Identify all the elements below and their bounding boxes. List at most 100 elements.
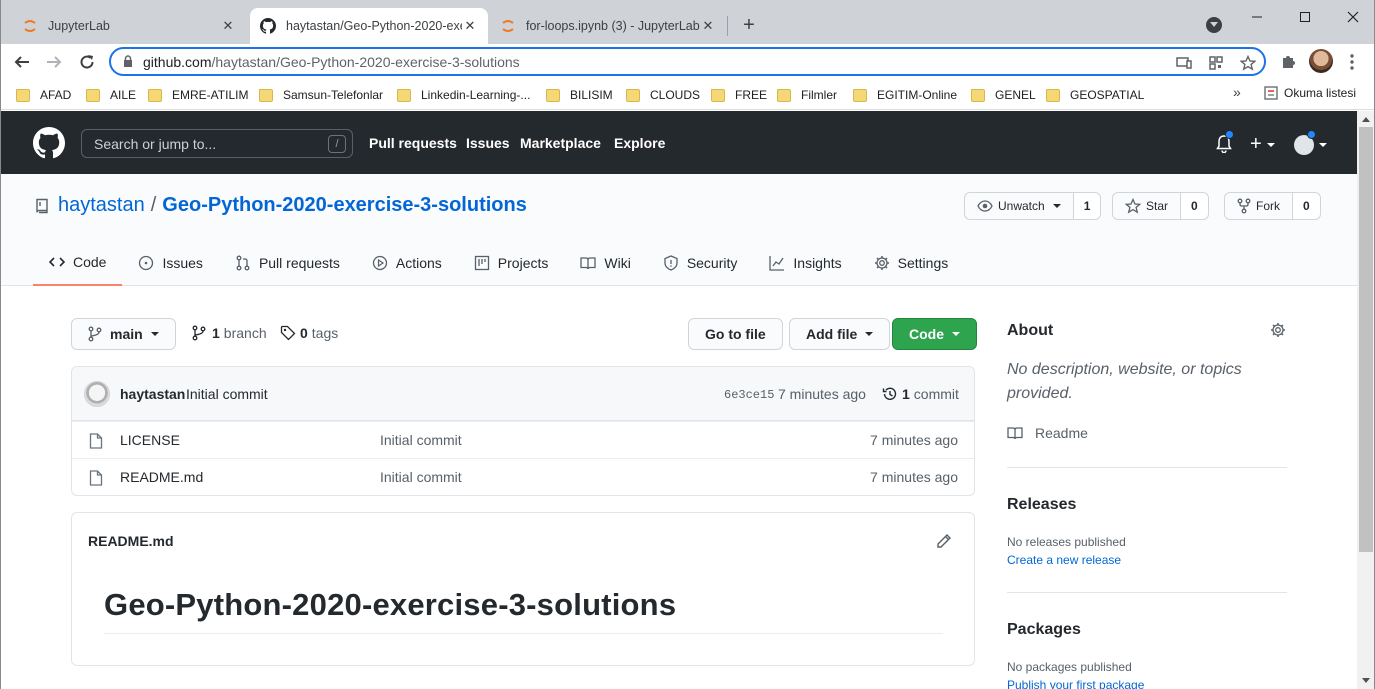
extensions-puzzle-icon[interactable] <box>1277 51 1299 73</box>
bookmark-folder[interactable]: GEOSPATIAL <box>1046 86 1144 104</box>
browser-tab-for-loops[interactable]: for-loops.ipynb (3) - JupyterLab ✕ <box>490 8 726 44</box>
close-tab-icon[interactable]: ✕ <box>220 18 236 34</box>
nav-pull-requests[interactable]: Pull requests <box>369 135 457 151</box>
tags-link[interactable]: 0 tags <box>280 325 338 341</box>
browser-tab-github[interactable]: haytastan/Geo-Python-2020-exe ✕ <box>250 8 488 44</box>
folder-icon <box>259 88 273 102</box>
tab-insights[interactable]: Insights <box>753 240 857 286</box>
notification-indicator <box>1225 130 1234 139</box>
file-name-link[interactable]: README.md <box>120 469 203 485</box>
address-bar[interactable]: github.com/haytastan/Geo-Python-2020-exe… <box>109 47 1266 76</box>
folder-icon <box>148 88 162 102</box>
bookmark-folder[interactable]: EMRE-ATILIM <box>148 86 248 104</box>
tab-security[interactable]: Security <box>647 240 754 286</box>
nav-issues[interactable]: Issues <box>466 135 510 151</box>
bookmark-folder[interactable]: EGITIM-Online <box>853 86 957 104</box>
commit-time[interactable]: 7 minutes ago <box>778 386 866 402</box>
repo-name-link[interactable]: Geo-Python-2020-exercise-3-solutions <box>162 194 527 217</box>
repo-owner-link[interactable]: haytastan <box>58 194 145 217</box>
bookmark-folder[interactable]: AFAD <box>16 86 71 104</box>
bookmark-folder[interactable]: Samsun-Telefonlar <box>259 86 383 104</box>
gear-icon[interactable] <box>1270 322 1286 338</box>
scrollbar-thumb[interactable] <box>1359 127 1373 552</box>
create-new-button[interactable]: + <box>1250 133 1275 156</box>
code-download-button[interactable]: Code <box>892 318 977 350</box>
tab-actions[interactable]: Actions <box>356 240 458 286</box>
file-commit-message[interactable]: Initial commit <box>380 432 462 448</box>
minimize-button[interactable] <box>1246 6 1268 28</box>
avatar[interactable] <box>84 381 110 407</box>
star-button[interactable]: Star <box>1113 193 1182 219</box>
file-icon <box>89 470 103 486</box>
commit-message[interactable]: Initial commit <box>186 386 268 402</box>
close-tab-icon[interactable]: ✕ <box>462 18 478 34</box>
stars-count[interactable]: 0 <box>1181 193 1208 219</box>
bookmark-folder[interactable]: GENEL <box>971 86 1036 104</box>
branches-link[interactable]: 1 branch <box>192 325 267 341</box>
readme-link[interactable]: Readme <box>1007 425 1088 441</box>
nav-explore[interactable]: Explore <box>614 135 665 151</box>
reload-button[interactable] <box>75 50 99 74</box>
scroll-up-arrow-icon[interactable] <box>1362 117 1370 122</box>
forward-button[interactable] <box>42 50 66 74</box>
shield-icon <box>664 255 678 271</box>
file-commit-message[interactable]: Initial commit <box>380 469 462 485</box>
branch-selector[interactable]: main <box>71 318 176 350</box>
profile-avatar[interactable] <box>1309 49 1333 73</box>
bookmark-folder[interactable]: AILE <box>86 86 136 104</box>
releases-title[interactable]: Releases <box>1007 496 1076 514</box>
graph-icon <box>769 256 785 271</box>
tab-wiki[interactable]: Wiki <box>564 240 646 286</box>
commit-author[interactable]: haytastan <box>120 386 185 402</box>
back-button[interactable] <box>10 50 34 74</box>
fork-button[interactable]: Fork <box>1225 193 1293 219</box>
qr-code-icon[interactable] <box>1207 54 1225 72</box>
commit-sha[interactable]: 6e3ce15 <box>724 388 774 402</box>
forks-count[interactable]: 0 <box>1293 193 1320 219</box>
scroll-down-arrow-icon[interactable] <box>1362 678 1370 683</box>
bookmark-folder[interactable]: Linkedin-Learning-... <box>397 86 530 104</box>
packages-title[interactable]: Packages <box>1007 621 1081 639</box>
star-button-group: Star 0 <box>1112 192 1209 220</box>
chevron-down-icon <box>1052 204 1061 208</box>
browser-tab-jupyterlab[interactable]: JupyterLab ✕ <box>2 8 246 44</box>
bookmark-folder[interactable]: BILISIM <box>546 86 613 104</box>
unwatch-button[interactable]: Unwatch <box>965 193 1074 219</box>
readme-filename[interactable]: README.md <box>88 533 174 549</box>
tab-issues[interactable]: Issues <box>122 240 218 286</box>
bookmark-star-icon[interactable] <box>1239 54 1257 72</box>
publish-package-link[interactable]: Publish your first package <box>1007 678 1144 689</box>
add-file-button[interactable]: Add file <box>789 318 891 350</box>
bookmark-folder[interactable]: Filmler <box>777 86 837 104</box>
close-tab-icon[interactable]: ✕ <box>700 18 716 34</box>
about-title: About <box>1007 322 1054 339</box>
github-logo-icon[interactable] <box>33 127 65 159</box>
commit-history-link[interactable]: 1 commit <box>882 386 959 402</box>
latest-commit-row: haytastan Initial commit 6e3ce15 7 minut… <box>72 367 974 421</box>
search-input[interactable]: Search or jump to... / <box>81 129 353 158</box>
bookmark-folder[interactable]: CLOUDS <box>626 86 700 104</box>
reading-list-button[interactable]: Okuma listesi <box>1264 86 1356 100</box>
new-tab-button[interactable]: + <box>738 14 760 36</box>
close-window-button[interactable] <box>1342 6 1364 28</box>
maximize-button[interactable] <box>1294 6 1316 28</box>
tab-pull-requests[interactable]: Pull requests <box>219 240 356 286</box>
edit-pencil-icon[interactable] <box>936 533 952 549</box>
gear-icon <box>874 256 889 270</box>
cast-icon[interactable] <box>1175 54 1193 72</box>
go-to-file-button[interactable]: Go to file <box>688 318 783 350</box>
page-scrollbar[interactable] <box>1357 111 1375 689</box>
more-bookmarks-button[interactable]: » <box>1233 84 1241 100</box>
tab-projects[interactable]: Projects <box>458 240 565 286</box>
star-icon <box>1125 198 1141 214</box>
repo-icon <box>36 198 48 213</box>
create-release-link[interactable]: Create a new release <box>1007 553 1121 567</box>
watchers-count[interactable]: 1 <box>1073 193 1101 219</box>
tab-search-button[interactable] <box>1206 17 1222 33</box>
menu-kebab-icon[interactable] <box>1341 51 1363 73</box>
tab-settings[interactable]: Settings <box>858 240 965 286</box>
bookmark-folder[interactable]: FREE <box>711 86 767 104</box>
file-name-link[interactable]: LICENSE <box>120 432 180 448</box>
tab-code[interactable]: Code <box>33 240 123 286</box>
nav-marketplace[interactable]: Marketplace <box>520 135 601 151</box>
